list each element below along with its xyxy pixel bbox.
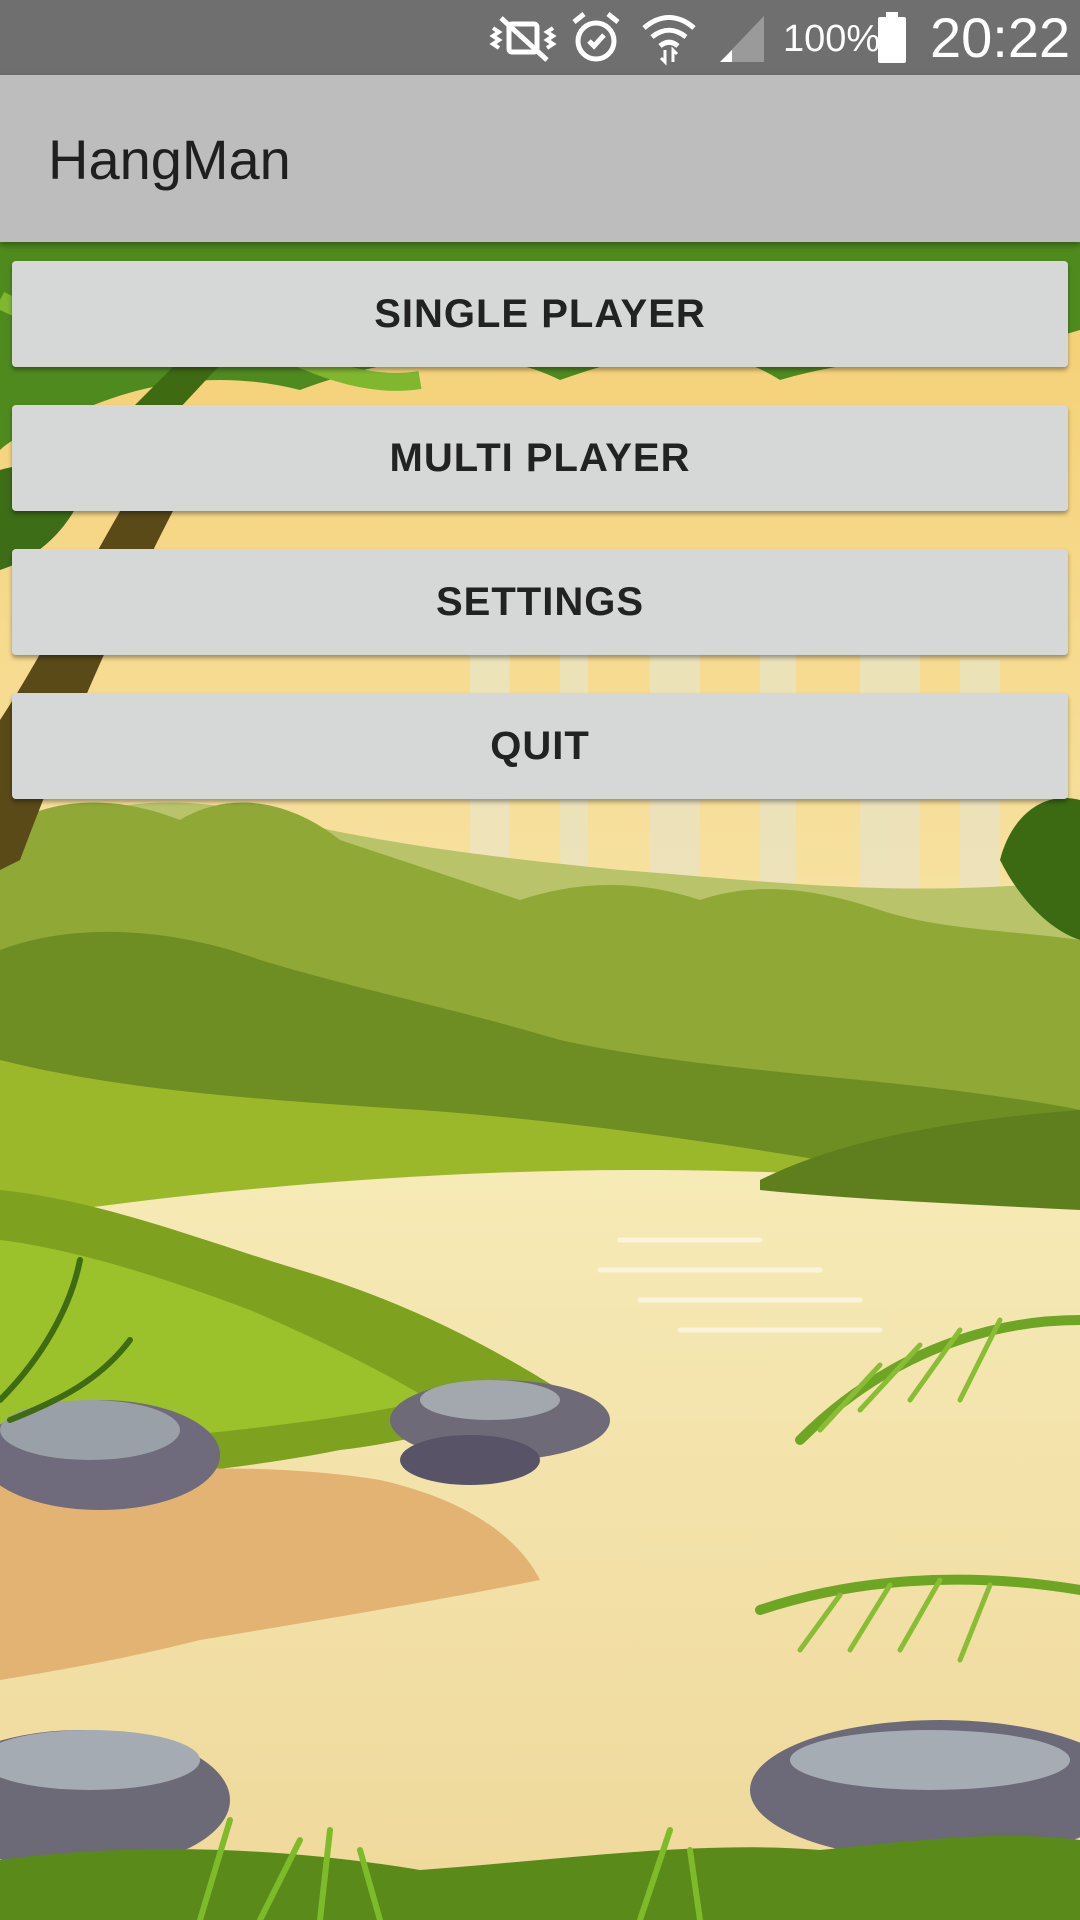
- mute-icon: [489, 16, 557, 62]
- signal-icon: [720, 16, 764, 62]
- clock: 20:22: [930, 6, 1071, 69]
- single-player-button[interactable]: SINGLE PLAYER: [12, 261, 1068, 367]
- wifi-icon: [642, 15, 696, 66]
- multi-player-button[interactable]: MULTI PLAYER: [12, 405, 1068, 511]
- screen: 100% 20:22 HangMan SINGLE PLAYER MULTI P…: [0, 0, 1080, 1920]
- battery-percent-text: 100%: [783, 18, 881, 60]
- app-title: HangMan: [48, 128, 291, 191]
- app-bar: HangMan: [0, 75, 1080, 242]
- status-bar: 100% 20:22: [0, 0, 1080, 75]
- battery-icon: [878, 12, 906, 63]
- alarm-icon: [572, 12, 620, 62]
- main-menu: SINGLE PLAYER MULTI PLAYER SETTINGS QUIT: [12, 261, 1068, 837]
- quit-button[interactable]: QUIT: [12, 693, 1068, 799]
- settings-button[interactable]: SETTINGS: [12, 549, 1068, 655]
